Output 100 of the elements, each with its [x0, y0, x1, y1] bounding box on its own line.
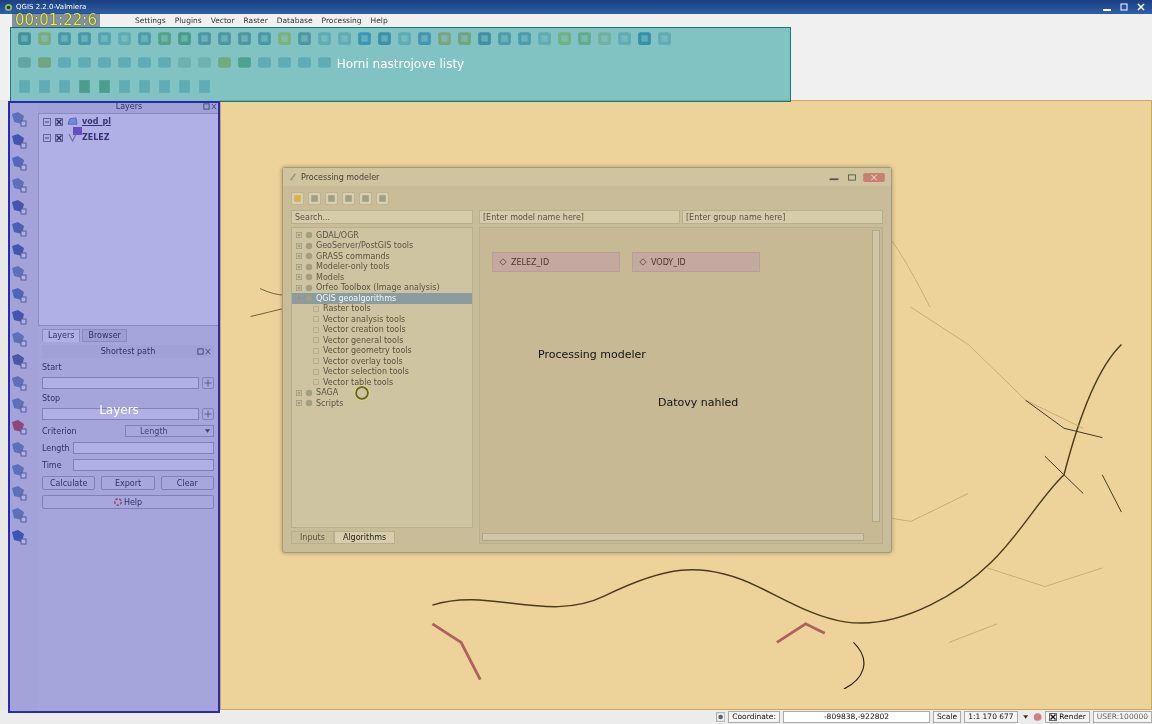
- toolbar-icon[interactable]: [10, 198, 28, 216]
- toolbar-icon[interactable]: [359, 191, 372, 205]
- toolbar-icon[interactable]: [576, 29, 593, 47]
- layer-name[interactable]: vod_pl: [82, 117, 111, 126]
- tree-item[interactable]: Raster tools: [292, 303, 472, 314]
- layer-checkbox[interactable]: [55, 133, 63, 142]
- length-field[interactable]: [73, 442, 214, 454]
- panel-tab[interactable]: Inputs: [291, 531, 334, 544]
- expand-icon[interactable]: [296, 389, 302, 396]
- toolbar-icon[interactable]: [456, 29, 473, 47]
- toolbar-icon[interactable]: [376, 29, 393, 47]
- tree-item[interactable]: Vector geometry tools: [292, 345, 472, 356]
- tree-item[interactable]: Scripts: [292, 398, 472, 409]
- layer-checkbox[interactable]: [55, 117, 63, 126]
- toolbar-icon[interactable]: [296, 29, 313, 47]
- action-button[interactable]: Export: [101, 476, 155, 490]
- toolbar-icon[interactable]: [176, 29, 193, 47]
- toolbar-icon[interactable]: [356, 29, 373, 47]
- toolbar-icon[interactable]: [10, 154, 28, 172]
- float-close-icon[interactable]: [203, 103, 217, 110]
- toolbar-icon[interactable]: [10, 242, 28, 260]
- start-field[interactable]: [42, 377, 199, 389]
- toolbar-icon[interactable]: [16, 29, 33, 47]
- toolbar-icon[interactable]: [76, 29, 93, 47]
- group-name-field[interactable]: [Enter group name here]: [682, 210, 883, 224]
- toolbar-icon[interactable]: [10, 132, 28, 150]
- toolbar-icon[interactable]: [291, 191, 304, 205]
- model-input-node[interactable]: ZELEZ_ID: [492, 252, 620, 272]
- collapse-icon[interactable]: [43, 117, 51, 126]
- add-point-icon[interactable]: [202, 377, 214, 389]
- model-canvas[interactable]: ZELEZ_ID VODY_ID Processing modeler Datovy nahled: [479, 227, 883, 544]
- toolbar-icon[interactable]: [496, 29, 513, 47]
- expand-icon[interactable]: [296, 274, 302, 281]
- tree-item[interactable]: Vector selection tools: [292, 366, 472, 377]
- toolbar-icon[interactable]: [10, 484, 28, 502]
- layer-name[interactable]: ZELEZ: [82, 133, 110, 142]
- panel-tab[interactable]: Algorithms: [333, 531, 396, 544]
- toolbar-icon[interactable]: [476, 29, 493, 47]
- add-point-icon[interactable]: [202, 408, 214, 420]
- toolbar-icon[interactable]: [10, 462, 28, 480]
- toolbar-icon[interactable]: [96, 29, 113, 47]
- toolbar-icon[interactable]: [236, 29, 253, 47]
- expand-icon[interactable]: [296, 253, 302, 260]
- toolbar-icon[interactable]: [10, 440, 28, 458]
- expand-icon[interactable]: [296, 242, 302, 249]
- close-icon[interactable]: [1134, 2, 1148, 12]
- time-field[interactable]: [73, 459, 214, 471]
- toolbar-icon[interactable]: [10, 110, 28, 128]
- toolbar-icon[interactable]: [10, 506, 28, 524]
- tree-item[interactable]: Vector table tools: [292, 377, 472, 388]
- model-input-node[interactable]: VODY_ID: [632, 252, 760, 272]
- tree-item[interactable]: Modeler-only tools: [292, 261, 472, 272]
- toolbar-icon[interactable]: [325, 191, 338, 205]
- toolbar-icon[interactable]: [10, 308, 28, 326]
- action-button[interactable]: Clear: [160, 476, 214, 490]
- toolbar-icon[interactable]: [10, 396, 28, 414]
- tree-item[interactable]: Models: [292, 272, 472, 283]
- toolbar-icon[interactable]: [10, 418, 28, 436]
- toolbar-icon[interactable]: [636, 29, 653, 47]
- toolbar-icon[interactable]: [10, 264, 28, 282]
- toolbar-icon[interactable]: [10, 330, 28, 348]
- toolbar-icon[interactable]: [436, 29, 453, 47]
- tree-item[interactable]: Vector overlay tools: [292, 356, 472, 367]
- maximize-icon[interactable]: [1117, 2, 1131, 12]
- toolbar-icon[interactable]: [10, 286, 28, 304]
- vertical-scrollbar[interactable]: [872, 230, 880, 522]
- action-button[interactable]: Calculate: [42, 476, 96, 490]
- toolbar-icon[interactable]: [56, 29, 73, 47]
- expand-icon[interactable]: [296, 263, 302, 270]
- maximize-icon[interactable]: [845, 172, 859, 182]
- toolbar-icon[interactable]: [416, 29, 433, 47]
- toolbar-icon[interactable]: [96, 77, 113, 95]
- toolbar-icon[interactable]: [10, 528, 28, 546]
- toolbar-icon[interactable]: [196, 29, 213, 47]
- tree-item[interactable]: Orfeo Toolbox (Image analysis): [292, 282, 472, 293]
- toolbar-icon[interactable]: [342, 191, 355, 205]
- toolbar-icon[interactable]: [10, 352, 28, 370]
- tree-item[interactable]: GDAL/OGR: [292, 230, 472, 241]
- tree-item[interactable]: QGIS geoalgorithms: [292, 293, 472, 304]
- toolbar-icon[interactable]: [216, 29, 233, 47]
- toolbar-icon[interactable]: [10, 176, 28, 194]
- toolbar-icon[interactable]: [10, 220, 28, 238]
- toolbar-icon[interactable]: [308, 191, 321, 205]
- toolbar-icon[interactable]: [516, 29, 533, 47]
- expand-icon[interactable]: [296, 284, 302, 291]
- toolbar-icon[interactable]: [76, 77, 93, 95]
- toolbar-icon[interactable]: [256, 29, 273, 47]
- horizontal-scrollbar[interactable]: [482, 533, 864, 541]
- tree-item[interactable]: Vector analysis tools: [292, 314, 472, 325]
- expand-icon[interactable]: [296, 232, 302, 239]
- toolbar-icon[interactable]: [376, 191, 389, 205]
- panel-tab[interactable]: Layers: [42, 329, 81, 342]
- expand-icon[interactable]: [296, 400, 302, 407]
- collapse-icon[interactable]: [43, 133, 51, 142]
- float-close-icon[interactable]: [197, 348, 211, 355]
- criterion-dropdown[interactable]: Length: [125, 425, 214, 437]
- tree-item[interactable]: SAGA: [292, 387, 472, 398]
- toolbar-icon[interactable]: [136, 29, 153, 47]
- collapse-icon[interactable]: [296, 295, 302, 302]
- tree-item[interactable]: Vector general tools: [292, 335, 472, 346]
